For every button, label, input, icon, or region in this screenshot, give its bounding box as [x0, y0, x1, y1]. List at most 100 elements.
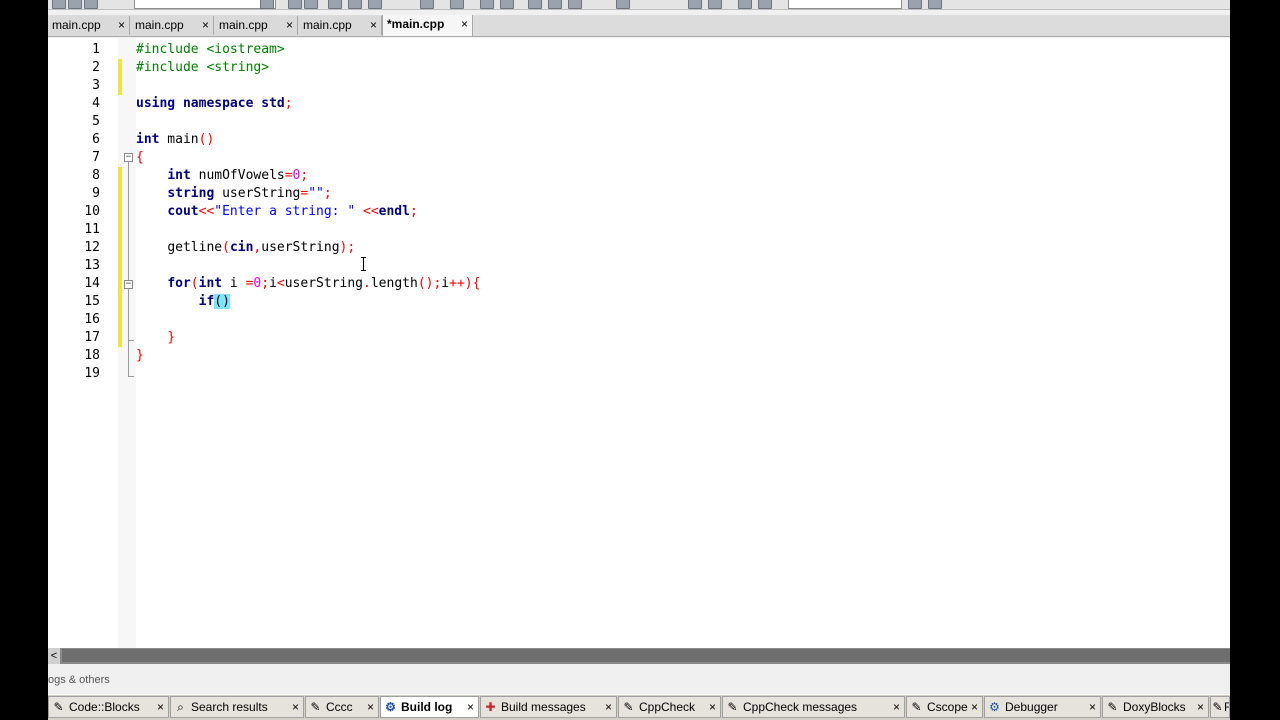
code-editor[interactable]: 1 2 3 4 5 6 7 8 9 10 11 12 13 14 15 16 1…	[48, 38, 1230, 648]
toolbar-target-combo[interactable]	[134, 0, 276, 9]
fold-toggle-icon[interactable]: −	[124, 153, 133, 162]
tab-close-icon[interactable]: ×	[971, 697, 978, 717]
bottom-tab-cppcheck-messages[interactable]: ✎ CppCheck messages ×	[722, 696, 905, 718]
tab-close-icon[interactable]: ×	[370, 16, 377, 35]
toolbar-comment-icon[interactable]	[758, 0, 772, 9]
toolbar-jump-icon[interactable]	[84, 0, 98, 9]
tab-close-icon[interactable]: ×	[367, 697, 374, 717]
toolbar-stop-icon[interactable]	[616, 0, 630, 9]
tab-close-icon[interactable]: ×	[118, 16, 125, 35]
line-number: 17	[84, 330, 100, 345]
toolbar-nav-forward-icon[interactable]	[68, 0, 82, 9]
toolbar-undo-icon[interactable]	[288, 0, 302, 9]
bottom-tab-cscope[interactable]: ✎ Cscope ×	[906, 696, 983, 718]
brace-match-highlight: )	[222, 294, 230, 309]
toolbar-cut-icon[interactable]	[328, 0, 342, 9]
line-number: 3	[92, 78, 100, 93]
bottom-tab-search-results[interactable]: ⌕ Search results ×	[170, 696, 304, 718]
bottom-tab-debugger[interactable]: ⚙ Debugger ×	[984, 696, 1101, 718]
cscope-icon: ✎	[911, 700, 922, 714]
tab-close-icon[interactable]: ×	[1197, 697, 1204, 717]
operator: ;	[347, 240, 356, 255]
tab-label: main.cpp	[303, 18, 352, 32]
toolbar-find-icon[interactable]	[420, 0, 434, 9]
tab-close-icon[interactable]: ×	[292, 697, 299, 717]
toolbar-combo-dropdown-icon[interactable]	[260, 0, 274, 9]
tab-close-icon[interactable]: ×	[461, 15, 468, 34]
editor-tab[interactable]: main.cpp ×	[215, 16, 298, 35]
line-number: 15	[84, 294, 100, 309]
bottom-tab-cppcheck[interactable]: ✎ CppCheck ×	[618, 696, 721, 718]
identifier: userString	[261, 240, 340, 255]
horizontal-scrollbar[interactable]: <	[48, 648, 1230, 664]
editor-tab-active[interactable]: *main.cpp ×	[382, 15, 473, 36]
toolbar-step-icon[interactable]	[548, 0, 562, 9]
code-line-1: #include <iostream>	[136, 41, 285, 59]
bottom-tab-doxyblocks[interactable]: ✎ DoxyBlocks ×	[1102, 696, 1209, 718]
editor-tab[interactable]: main.cpp ×	[131, 16, 214, 35]
ide-window: main.cpp × main.cpp × main.cpp × main.cp…	[48, 0, 1230, 720]
bottom-tab-label: F	[1224, 700, 1229, 714]
tab-close-icon[interactable]: ×	[1089, 697, 1096, 717]
tab-close-icon[interactable]: ×	[605, 697, 612, 717]
bottom-tab-build-log[interactable]: ⚙ Build log ×	[380, 696, 479, 718]
line-number: 9	[92, 186, 100, 201]
keyword: namespace	[182, 96, 254, 111]
line-number: 8	[92, 168, 100, 183]
line-number: 7	[92, 150, 100, 165]
toolbar-highlight-icon[interactable]	[908, 0, 922, 9]
fold-toggle-icon[interactable]: −	[124, 280, 133, 289]
fold-guide	[128, 162, 129, 376]
bottom-tab-label: Search results	[191, 700, 268, 714]
code-line-18: }	[136, 347, 144, 365]
tab-close-icon[interactable]: ×	[893, 697, 900, 717]
toolbar-marker-icon[interactable]	[928, 0, 942, 9]
bottom-tab-label: DoxyBlocks	[1123, 700, 1186, 714]
toolbar-copy-icon[interactable]	[348, 0, 362, 9]
editor-tab[interactable]: main.cpp ×	[48, 16, 130, 35]
string-literal: "Enter a string: "	[214, 204, 356, 219]
line-number: 6	[92, 132, 100, 147]
toolbar-redo-icon[interactable]	[304, 0, 318, 9]
toolbar-replace-icon[interactable]	[450, 0, 464, 9]
tab-close-icon[interactable]: ×	[286, 16, 293, 35]
build-log-icon: ⚙	[385, 700, 396, 714]
operator: ;	[323, 186, 332, 201]
bottom-tab-label: CppCheck	[639, 700, 696, 714]
identifier: main	[159, 132, 199, 147]
scroll-left-arrow-icon[interactable]: <	[48, 648, 60, 664]
bottom-tab-code-blocks[interactable]: ✎ Code::Blocks ×	[48, 696, 169, 718]
operator: <<	[198, 204, 215, 219]
toolbar-zoom-in-icon[interactable]	[688, 0, 702, 9]
tab-close-icon[interactable]: ×	[709, 697, 716, 717]
identifier: userString	[214, 186, 301, 201]
scrollbar-thumb[interactable]	[62, 649, 1230, 662]
tab-close-icon[interactable]: ×	[467, 697, 474, 717]
tab-close-icon[interactable]: ×	[202, 16, 209, 35]
toolbar-nav-back-icon[interactable]	[52, 0, 66, 9]
code-line-9: string userString="";	[136, 185, 332, 203]
operator: (	[190, 276, 199, 291]
bottom-tab-fortran[interactable]: ✎ F	[1210, 696, 1230, 718]
bottom-tab-cccc[interactable]: ✎ Cccc ×	[305, 696, 379, 718]
bottom-tab-build-messages[interactable]: ✚ Build messages ×	[480, 696, 617, 718]
cppcheck-messages-icon: ✎	[727, 700, 738, 714]
toolbar-zoom-out-icon[interactable]	[708, 0, 722, 9]
code-line-10: cout<<"Enter a string: " <<endl;	[136, 203, 417, 221]
toolbar-debug-icon[interactable]	[528, 0, 542, 9]
toolbar-next-icon[interactable]	[568, 0, 582, 9]
logs-panel-title: ogs & others	[48, 674, 110, 686]
toolbar-bookmark-icon[interactable]	[738, 0, 752, 9]
toolbar-scope-combo[interactable]	[788, 0, 902, 9]
toolbar-paste-icon[interactable]	[368, 0, 382, 9]
line-number: 2	[92, 60, 100, 75]
bottom-tab-label: Code::Blocks	[69, 700, 140, 714]
editor-tab[interactable]: main.cpp ×	[299, 16, 382, 35]
code-text-area[interactable]: #include <iostream> #include <string> us…	[136, 38, 1230, 648]
keyword: using	[136, 96, 176, 111]
code-line-6: int main()	[136, 131, 214, 149]
toolbar-build-icon[interactable]	[480, 0, 494, 9]
identifier: length	[370, 276, 418, 291]
toolbar-run-icon[interactable]	[500, 0, 514, 9]
tab-close-icon[interactable]: ×	[157, 697, 164, 717]
